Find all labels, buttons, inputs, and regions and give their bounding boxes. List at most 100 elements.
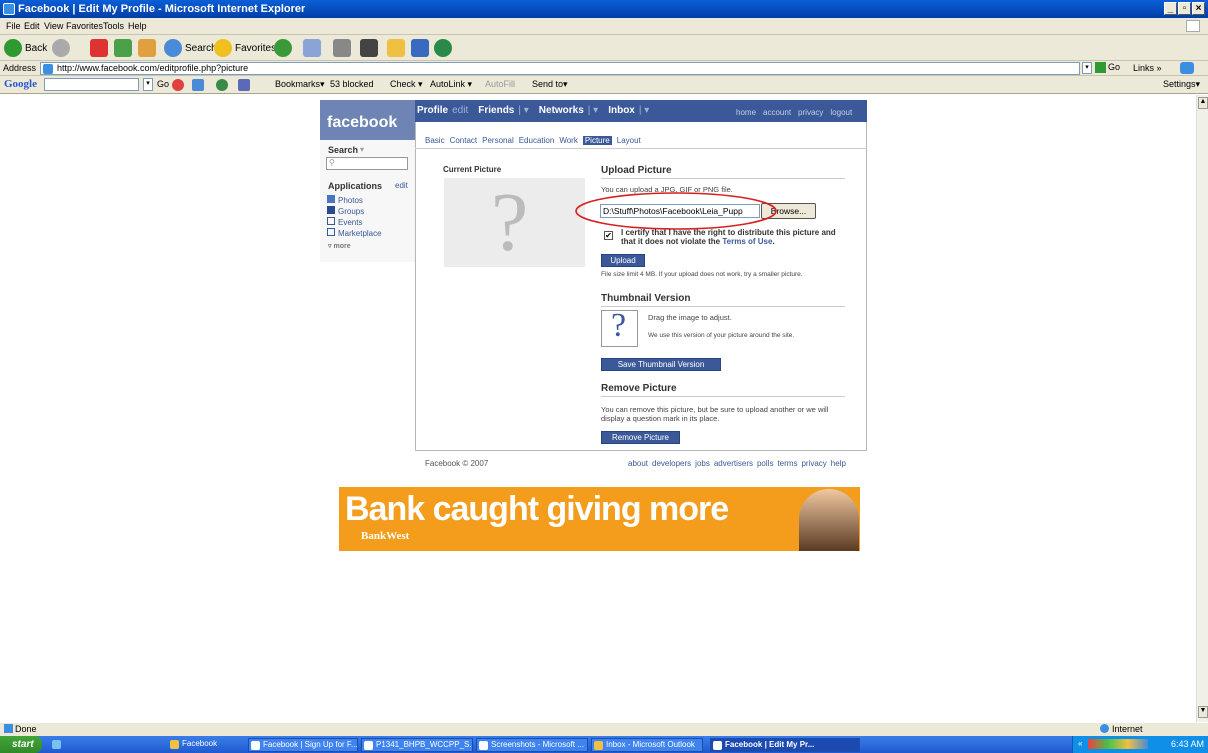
tab-contact[interactable]: Contact: [450, 136, 478, 145]
history-button[interactable]: [274, 38, 292, 58]
tab-layout[interactable]: Layout: [617, 136, 641, 145]
address-dropdown-button[interactable]: ▾: [1082, 62, 1092, 74]
tab-personal[interactable]: Personal: [482, 136, 514, 145]
home-button[interactable]: [138, 38, 156, 58]
google-search-icon[interactable]: [172, 79, 184, 91]
go-button[interactable]: Go: [1095, 62, 1120, 73]
minimize-button[interactable]: _: [1164, 2, 1177, 15]
research-button[interactable]: [411, 38, 429, 58]
chevron-down-icon[interactable]: | ▾: [588, 105, 598, 116]
sidebar-item-groups[interactable]: Groups: [327, 206, 382, 217]
menu-tools[interactable]: Tools: [103, 21, 124, 31]
sidebar-item-events[interactable]: Events: [327, 217, 382, 228]
maximize-button[interactable]: ▫: [1178, 2, 1191, 15]
thumbnail-preview[interactable]: ?: [601, 307, 638, 347]
bankwest-ad-banner[interactable]: Bank caught giving more BankWest: [339, 487, 860, 551]
tab-work[interactable]: Work: [559, 136, 578, 145]
footer-link-about[interactable]: about: [628, 459, 648, 468]
toolbar-extra-icon[interactable]: [1180, 62, 1194, 74]
link-home[interactable]: home: [736, 108, 756, 117]
save-thumbnail-button[interactable]: Save Thumbnail Version: [601, 358, 721, 371]
link-account[interactable]: account: [763, 108, 791, 117]
task-outlook-inbox[interactable]: Inbox - Microsoft Outlook: [591, 738, 703, 752]
footer-link-developers[interactable]: developers: [652, 459, 691, 468]
task-facebook-folder[interactable]: Facebook: [168, 738, 238, 752]
menu-help[interactable]: Help: [128, 21, 147, 31]
footer-link-help[interactable]: help: [831, 459, 846, 468]
remove-picture-button[interactable]: Remove Picture: [601, 431, 680, 444]
send-to-button[interactable]: Send to▾: [532, 79, 568, 90]
start-button[interactable]: start: [0, 736, 42, 753]
nav-friends[interactable]: Friends: [478, 105, 514, 116]
google-dropdown-button[interactable]: ▾: [143, 78, 153, 91]
upload-picture-button[interactable]: Upload Picture: [601, 254, 645, 276]
tab-education[interactable]: Education: [519, 136, 555, 145]
window-titlebar: Facebook | Edit My Profile - Microsoft I…: [0, 0, 1208, 18]
settings-button[interactable]: Settings▾: [1163, 79, 1200, 90]
tray-icons[interactable]: [1088, 739, 1148, 749]
menu-edit[interactable]: Edit: [24, 21, 40, 31]
apps-icon[interactable]: [238, 79, 250, 91]
edit-page-button[interactable]: [360, 38, 378, 58]
footer-link-polls[interactable]: polls: [757, 459, 773, 468]
tab-basic[interactable]: Basic: [425, 136, 445, 145]
scroll-down-arrow[interactable]: ▼: [1198, 706, 1208, 718]
menu-file[interactable]: File: [6, 21, 21, 31]
news-icon[interactable]: [192, 79, 204, 91]
link-privacy[interactable]: privacy: [798, 108, 823, 117]
google-search-input[interactable]: [44, 78, 139, 91]
vertical-scrollbar[interactable]: ▲ ▼: [1196, 95, 1208, 722]
scroll-up-arrow[interactable]: ▲: [1198, 97, 1208, 109]
nav-profile-edit[interactable]: edit: [452, 105, 468, 116]
footer-link-jobs[interactable]: jobs: [695, 459, 710, 468]
favorites-button[interactable]: Favorites: [214, 38, 276, 58]
address-input[interactable]: http://www.facebook.com/editprofile.php?…: [40, 62, 1080, 75]
autolink-button[interactable]: AutoLink ▾: [430, 79, 472, 90]
certify-checkbox[interactable]: ✔: [604, 231, 613, 240]
terms-of-use-link[interactable]: Terms of Use: [722, 237, 772, 246]
stop-button[interactable]: [90, 38, 108, 58]
nav-networks[interactable]: Networks: [539, 105, 584, 116]
menu-view[interactable]: View: [44, 21, 63, 31]
mail-button[interactable]: [303, 38, 321, 58]
pagerank-icon[interactable]: [216, 79, 228, 91]
links-button[interactable]: Links »: [1133, 63, 1162, 73]
task-facebook-signup[interactable]: Facebook | Sign Up for F...: [248, 738, 358, 752]
popup-blocked-button[interactable]: 53 blocked: [330, 79, 374, 89]
task-screenshots[interactable]: Screenshots - Microsoft ...: [476, 738, 588, 752]
forward-button[interactable]: [52, 38, 70, 58]
print-button[interactable]: [333, 38, 351, 58]
search-button[interactable]: Search: [164, 38, 217, 58]
page-icon: [43, 64, 53, 74]
close-button[interactable]: ×: [1192, 2, 1205, 15]
applications-edit-link[interactable]: edit: [395, 181, 408, 190]
refresh-button[interactable]: [114, 38, 132, 58]
facebook-logo[interactable]: facebook: [320, 100, 415, 140]
sidebar-item-photos[interactable]: Photos: [327, 195, 382, 206]
folder-button[interactable]: [387, 38, 405, 58]
nav-inbox[interactable]: Inbox: [608, 105, 635, 116]
task-p1341[interactable]: P1341_BHPB_WCCPP_S...: [361, 738, 473, 752]
bookmarks-button[interactable]: Bookmarks▾: [275, 79, 325, 90]
quick-launch-icon[interactable]: [52, 740, 61, 749]
messenger-button[interactable]: [434, 38, 452, 58]
autofill-button[interactable]: AutoFill: [485, 79, 515, 89]
sidebar-item-marketplace[interactable]: Marketplace: [327, 228, 382, 239]
back-button[interactable]: Back: [4, 38, 47, 58]
spell-check-button[interactable]: Check ▾: [390, 79, 423, 90]
chevron-down-icon[interactable]: ▾: [360, 145, 364, 154]
more-link[interactable]: ▿ more: [328, 242, 351, 250]
chevron-down-icon[interactable]: | ▾: [518, 105, 528, 116]
footer-link-advertisers[interactable]: advertisers: [714, 459, 753, 468]
nav-profile[interactable]: Profile: [417, 105, 448, 116]
link-logout[interactable]: logout: [830, 108, 852, 117]
footer-link-privacy[interactable]: privacy: [801, 459, 826, 468]
menu-favorites[interactable]: Favorites: [66, 21, 103, 31]
tab-picture[interactable]: Picture: [582, 136, 612, 145]
chevron-down-icon[interactable]: | ▾: [639, 105, 649, 116]
google-go-button[interactable]: Go: [157, 79, 169, 89]
task-facebook-edit-profile[interactable]: Facebook | Edit My Pr...: [710, 738, 860, 752]
footer-link-terms[interactable]: terms: [777, 459, 797, 468]
sidebar-search-input[interactable]: ⚲: [326, 157, 408, 170]
tray-expand-icon[interactable]: «: [1078, 739, 1082, 748]
